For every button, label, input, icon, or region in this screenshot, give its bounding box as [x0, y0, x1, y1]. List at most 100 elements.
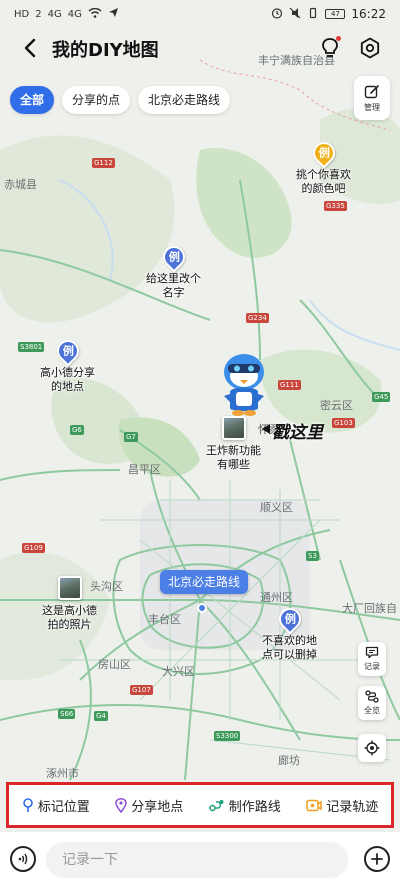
action-label: 记录轨迹 — [326, 799, 379, 815]
place-label: 赤城县 — [4, 178, 37, 191]
action-label: 标记位置 — [37, 799, 90, 815]
road-badge: G335 — [324, 201, 347, 211]
place-label: 大兴区 — [162, 665, 195, 678]
track-icon — [306, 799, 322, 811]
photo-thumbnail — [221, 416, 246, 440]
signal-indicator: 2 — [35, 8, 42, 20]
pin-marker: 例 — [51, 335, 84, 367]
map-pin[interactable]: 例 给这里改个 名字 — [146, 241, 201, 300]
notification-dot — [336, 36, 341, 41]
map-pin[interactable]: 例 不喜欢的地 点可以删掉 — [262, 603, 317, 662]
mascot-illustration[interactable] — [216, 352, 272, 418]
pin-label: 高小德分享 的地点 — [40, 366, 95, 393]
overview-side-button[interactable]: 全览 — [358, 686, 386, 720]
tips-button[interactable] — [316, 34, 344, 62]
signal-indicator: HD — [14, 8, 30, 20]
slogan-text[interactable]: 戳这里 — [272, 418, 323, 443]
side-button-label: 全览 — [364, 706, 380, 715]
chevron-left-icon — [24, 38, 36, 58]
road-badge: G112 — [92, 158, 115, 168]
status-bar: HD 2 4G 4G 47 16:22 — [0, 0, 400, 28]
pin-marker: 例 — [273, 603, 306, 635]
clock: 16:22 — [351, 7, 386, 21]
place-label: 昌平区 — [128, 463, 161, 476]
manage-label: 管理 — [364, 102, 380, 112]
pin-label: 给这里改个 名字 — [146, 272, 201, 299]
map-view[interactable]: 丰宁满族自治县 赤城县 昌平区 顺义区 密云区 头沟区 丰台区 通州区 大厂回族… — [0, 0, 400, 888]
place-label: 顺义区 — [260, 501, 293, 514]
road-badge: S3300 — [214, 731, 241, 741]
send-icon — [108, 7, 119, 21]
page-title: 我的DIY地图 — [52, 40, 159, 61]
vibrate-icon — [307, 7, 319, 22]
signal-indicator: 4G — [67, 8, 82, 20]
signal-indicator: 4G — [47, 8, 62, 20]
map-pin[interactable]: 例 高小德分享 的地点 — [40, 335, 95, 394]
locate-icon — [364, 740, 380, 756]
map-pin[interactable]: 例 挑个你喜欢 的颜色吧 — [296, 137, 351, 196]
pin-label: 不喜欢的地 点可以删掉 — [262, 634, 317, 661]
tab-shared-points[interactable]: 分享的点 — [62, 86, 131, 114]
back-button[interactable] — [16, 34, 44, 62]
road-badge: S3 — [306, 551, 319, 561]
pin-label: 挑个你喜欢 的颜色吧 — [296, 168, 351, 195]
route-point — [197, 603, 207, 613]
voice-button[interactable] — [10, 846, 36, 872]
bottom-input-bar — [0, 832, 400, 888]
place-label: 密云区 — [320, 399, 353, 412]
wifi-icon — [88, 7, 102, 21]
route-overview-icon — [365, 690, 379, 703]
pin-marker: 例 — [307, 137, 340, 169]
place-label: 大厂回族自 — [342, 602, 397, 615]
map-canvas — [0, 0, 400, 888]
action-label: 分享地点 — [131, 799, 184, 815]
mark-location-button[interactable]: 标记位置 — [22, 796, 90, 815]
battery-indicator: 47 — [325, 9, 346, 19]
place-label: 廊坊 — [278, 754, 300, 767]
photo-pin[interactable]: 这是高小德 拍的照片 — [42, 576, 97, 632]
tab-beijing-route[interactable]: 北京必走路线 — [138, 86, 231, 114]
share-location-button[interactable]: 分享地点 — [115, 796, 183, 815]
pin-label: 这是高小德 拍的照片 — [42, 604, 97, 631]
pin-icon — [22, 797, 33, 812]
manage-button[interactable]: 管理 — [354, 76, 390, 120]
photo-thumbnail — [57, 576, 82, 600]
title-bar: 我的DIY地图 — [0, 30, 400, 66]
create-route-button[interactable]: 制作路线 — [208, 796, 281, 815]
pointer-arrow — [262, 424, 270, 434]
route-icon — [208, 800, 224, 812]
record-side-button[interactable]: 记录 — [358, 642, 386, 676]
road-badge: G45 — [372, 392, 391, 402]
voice-icon — [18, 853, 28, 865]
settings-button[interactable] — [356, 34, 384, 62]
road-badge: G109 — [22, 543, 45, 553]
action-bar: 标记位置 分享地点 制作路线 记录轨迹 — [6, 782, 394, 828]
route-label[interactable]: 北京必走路线 — [160, 570, 249, 594]
road-badge: G4 — [94, 711, 108, 721]
record-track-button[interactable]: 记录轨迹 — [306, 796, 378, 815]
mute-icon — [289, 7, 301, 22]
road-badge: G107 — [130, 685, 153, 695]
road-badge: G234 — [246, 313, 269, 323]
settings-icon — [360, 37, 380, 59]
road-badge: G103 — [332, 418, 355, 428]
side-button-label: 记录 — [364, 662, 380, 671]
tab-all[interactable]: 全部 — [10, 86, 55, 114]
add-button[interactable] — [364, 846, 390, 872]
place-label: 房山区 — [98, 658, 131, 671]
alarm-icon — [271, 7, 283, 22]
place-label: 涿州市 — [46, 767, 79, 780]
edit-icon — [364, 84, 379, 98]
filter-tabs: 全部 分享的点 北京必走路线 — [10, 86, 231, 114]
locate-button[interactable] — [358, 734, 386, 762]
plus-icon — [371, 853, 383, 865]
note-icon — [365, 646, 379, 659]
record-input[interactable] — [46, 842, 348, 878]
road-badge: G7 — [124, 432, 138, 442]
place-label: 丰台区 — [148, 613, 181, 626]
photo-pin[interactable]: 王炸新功能 有哪些 — [206, 416, 261, 472]
pin-marker: 例 — [157, 241, 190, 273]
pin-label: 王炸新功能 有哪些 — [206, 444, 261, 471]
location-icon — [115, 797, 127, 813]
action-label: 制作路线 — [228, 799, 281, 815]
